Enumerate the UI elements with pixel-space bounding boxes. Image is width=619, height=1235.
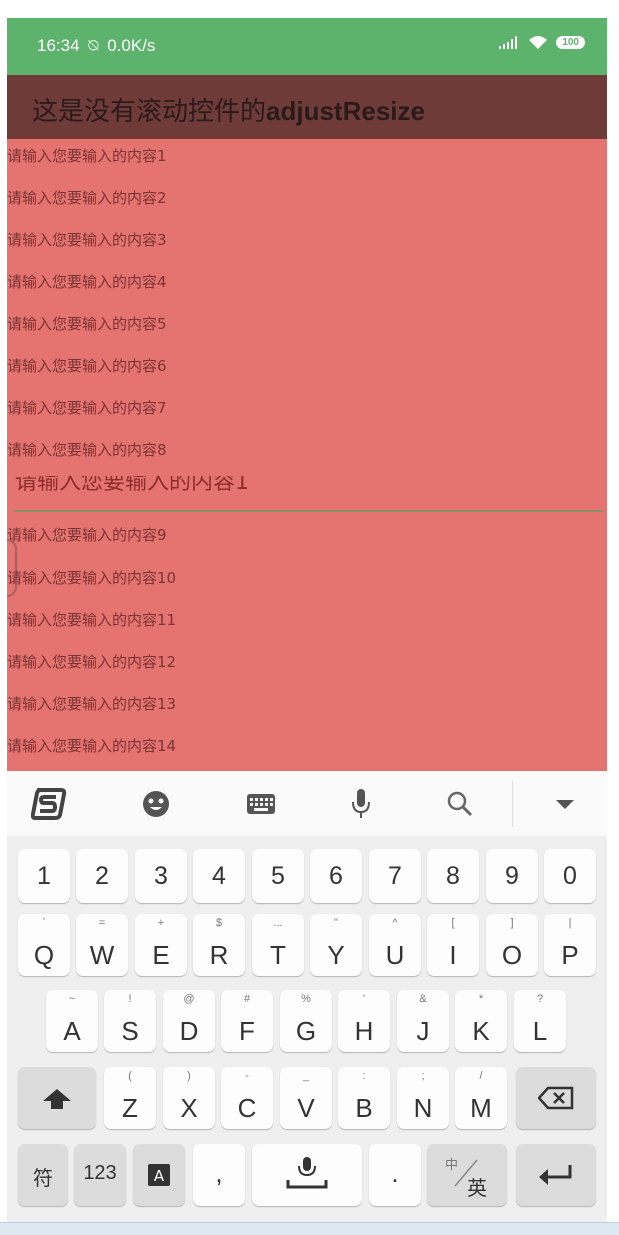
key-m[interactable]: / M (455, 1067, 507, 1129)
toolbar-divider (512, 781, 513, 827)
key-3[interactable]: 3 (135, 849, 187, 903)
input-field-12[interactable]: 请输入您要输入的内容12 (7, 651, 176, 672)
key-f[interactable]: # F (221, 990, 273, 1052)
search-icon[interactable] (442, 786, 478, 822)
key-5[interactable]: 5 (252, 849, 304, 903)
backspace-key[interactable] (516, 1067, 596, 1129)
key-0[interactable]: 0 (544, 849, 596, 903)
key-z[interactable]: (Z (104, 1067, 156, 1129)
key-y[interactable]: " Y (310, 914, 362, 976)
shift-arrow-icon (43, 1089, 71, 1109)
key-b[interactable]: :B (338, 1067, 390, 1129)
input-method-a-icon: A (148, 1164, 170, 1186)
key-h[interactable]: ' H (338, 990, 390, 1052)
space-key[interactable] (252, 1144, 362, 1206)
emoji-icon[interactable] (138, 786, 174, 822)
focused-input-field[interactable]: 请输入您要输入的内容1 (7, 476, 602, 512)
input-field-11[interactable]: 请输入您要输入的内容11 (7, 609, 176, 630)
key-d[interactable]: @ D (163, 990, 215, 1052)
wifi-icon (529, 36, 548, 49)
input-field-7[interactable]: 请输入您要输入的内容7 (7, 397, 167, 418)
key-7[interactable]: 7 (369, 849, 421, 903)
title-bar: 这是没有滚动控件的adjustResize (7, 75, 607, 139)
status-time: 16:34 ⍉ 0.0K/s (37, 36, 156, 55)
notification-muted-icon: ⍉ (88, 36, 99, 55)
input-field-5[interactable]: 请输入您要输入的内容5 (7, 313, 167, 334)
input-field-2[interactable]: 请输入您要输入的内容2 (7, 187, 167, 208)
key-c[interactable]: -C (221, 1067, 273, 1129)
collapse-icon[interactable] (547, 786, 583, 822)
input-field-13[interactable]: 请输入您要输入的内容13 (7, 693, 176, 714)
content-area: 请输入您要输入的内容1 请输入您要输入的内容2 请输入您要输入的内容3 请输入您… (7, 139, 607, 771)
key-u[interactable]: ^ U (369, 914, 421, 976)
symbol-key[interactable]: 符 (18, 1144, 68, 1206)
shift-key[interactable] (18, 1067, 96, 1129)
keyboard-toolbar (7, 771, 607, 836)
key-n[interactable]: ; N (397, 1067, 449, 1129)
key-e[interactable]: + E (135, 914, 187, 976)
input-field-4[interactable]: 请输入您要输入的内容4 (7, 271, 167, 292)
input-field-6[interactable]: 请输入您要输入的内容6 (7, 355, 167, 376)
key-k[interactable]: * K (455, 990, 507, 1052)
input-method-key[interactable]: A (133, 1144, 185, 1206)
phone-screen: 16:34 ⍉ 0.0K/s 100 这是没有滚动控件的adjustResize… (7, 18, 607, 1224)
battery-icon: 100 (556, 36, 585, 49)
signal-icon (499, 35, 518, 49)
key-i[interactable]: [I (427, 914, 479, 976)
keyboard-icon[interactable] (243, 786, 279, 822)
status-icons: 100 (498, 35, 585, 50)
focused-input-text: 请输入您要输入的内容1 (15, 476, 249, 495)
key-o[interactable]: ] O (486, 914, 538, 976)
comma-key[interactable]: , (193, 1144, 245, 1206)
key-6[interactable]: 6 (310, 849, 362, 903)
key-s[interactable]: ! S (104, 990, 156, 1052)
key-x[interactable]: ) X (163, 1067, 215, 1129)
svg-text:A: A (154, 1167, 165, 1185)
key-p[interactable]: | P (544, 914, 596, 976)
enter-key[interactable] (516, 1144, 596, 1206)
key-l[interactable]: ? L (514, 990, 566, 1052)
page-title: 这是没有滚动控件的adjustResize (32, 96, 425, 127)
sogou-logo-icon[interactable] (31, 786, 67, 822)
microphone-icon[interactable] (343, 786, 379, 822)
key-q[interactable]: ` Q (18, 914, 70, 976)
key-w[interactable]: = W (76, 914, 128, 976)
lang-big-label: 英 (467, 1178, 487, 1200)
key-t[interactable]: ... T (252, 914, 304, 976)
enter-icon (539, 1165, 572, 1185)
status-bar: 16:34 ⍉ 0.0K/s 100 (7, 18, 607, 75)
input-field-3[interactable]: 请输入您要输入的内容3 (7, 229, 167, 250)
input-field-10[interactable]: 请输入您要输入的内容10 (7, 567, 176, 588)
soft-keyboard: 1 2 3 4 5 6 7 8 9 0 ` Q = W + E $ R ... T " Y … (7, 771, 607, 1224)
key-r[interactable]: $ R (193, 914, 245, 976)
key-g[interactable]: % G (280, 990, 332, 1052)
key-j[interactable]: & J (397, 990, 449, 1052)
key-2[interactable]: 2 (76, 849, 128, 903)
key-v[interactable]: _ V (280, 1067, 332, 1129)
numbers-key[interactable]: 123 (74, 1144, 126, 1206)
backspace-icon (538, 1086, 574, 1110)
input-field-1[interactable]: 请输入您要输入的内容1 (7, 145, 167, 166)
input-field-8[interactable]: 请输入您要输入的内容8 (7, 439, 167, 460)
window-bottom-strip (0, 1222, 619, 1235)
input-field-14[interactable]: 请输入您要输入的内容14 (7, 735, 176, 756)
key-8[interactable]: 8 (427, 849, 479, 903)
key-9[interactable]: 9 (486, 849, 538, 903)
key-a[interactable]: ~ A (46, 990, 98, 1052)
key-1[interactable]: 1 (18, 849, 70, 903)
period-key[interactable]: . (369, 1144, 421, 1206)
language-switch-key[interactable]: 中 英 (427, 1144, 507, 1206)
key-4[interactable]: 4 (193, 849, 245, 903)
space-mic-icon (286, 1157, 328, 1189)
input-underline (13, 510, 603, 512)
input-field-9[interactable]: 请输入您要输入的内容9 (7, 524, 167, 545)
